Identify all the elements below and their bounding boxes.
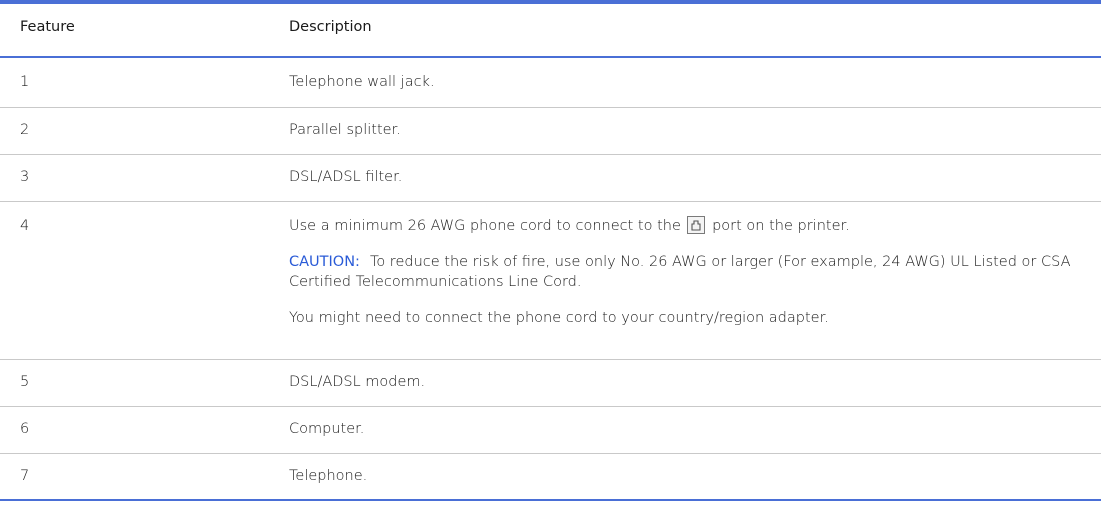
table-row: 1 Telephone wall jack. (0, 60, 1101, 108)
feature-number: 3 (20, 169, 30, 185)
table-row: 2 Parallel splitter. (0, 108, 1101, 155)
port-instruction: Use a minimum 26 AWG phone cord to conne… (289, 216, 1071, 236)
feature-number: 7 (20, 468, 30, 484)
caution-note: CAUTION: To reduce the risk of fire, use … (289, 252, 1071, 292)
table-header-row: Feature Description (0, 4, 1101, 58)
feature-description-table: Feature Description 1 Telephone wall jac… (0, 0, 1101, 529)
feature-description: Use a minimum 26 AWG phone cord to conne… (289, 216, 1071, 328)
feature-number: 2 (20, 122, 30, 138)
feature-number: 1 (20, 74, 30, 90)
feature-description: Computer. (289, 421, 365, 437)
header-description: Description (289, 19, 372, 35)
table-row: 3 DSL/ADSL filter. (0, 155, 1101, 202)
phone-port-icon (687, 216, 706, 234)
header-feature: Feature (20, 19, 75, 35)
caution-label: CAUTION: (289, 254, 360, 270)
feature-description: Parallel splitter. (289, 122, 401, 138)
feature-number: 6 (20, 421, 30, 437)
feature-number: 4 (20, 218, 30, 234)
table-row: 6 Computer. (0, 407, 1101, 454)
caution-text: To reduce the risk of fire, use only No.… (289, 254, 1071, 290)
port-instruction-text: Use a minimum 26 AWG phone cord to conne… (289, 218, 681, 234)
feature-description: DSL/ADSL modem. (289, 374, 426, 390)
feature-description: DSL/ADSL filter. (289, 169, 403, 185)
adapter-note: You might need to connect the phone cord… (289, 310, 829, 326)
feature-description: Telephone. (289, 468, 368, 484)
feature-description: Telephone wall jack. (289, 74, 435, 90)
feature-number: 5 (20, 374, 30, 390)
table-row: 4 Use a minimum 26 AWG phone cord to con… (0, 202, 1101, 360)
table-row: 5 DSL/ADSL modem. (0, 360, 1101, 407)
port-instruction-tail: port on the printer. (712, 218, 850, 234)
table-row: 7 Telephone. (0, 454, 1101, 501)
